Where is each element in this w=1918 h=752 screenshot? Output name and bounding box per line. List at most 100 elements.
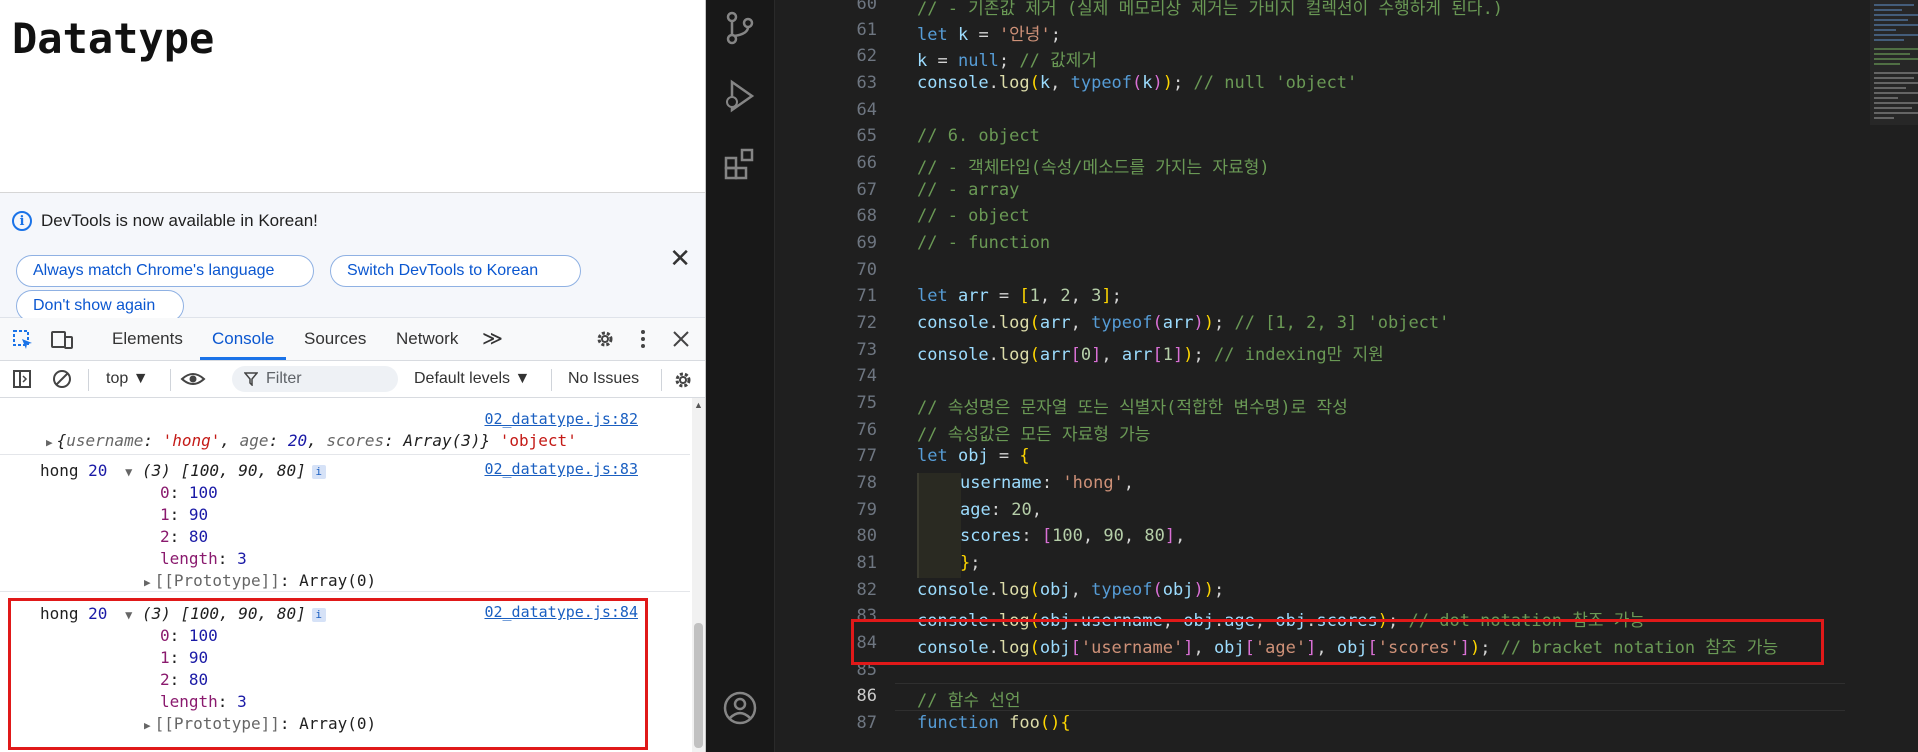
info-badge-icon[interactable]: i <box>311 607 326 622</box>
line-number: 70 <box>856 260 877 280</box>
line-number: 72 <box>856 313 877 333</box>
source-link[interactable]: 02_datatype.js:82 <box>484 410 638 428</box>
code-line: console.log(k, typeof(k)); // null 'obje… <box>917 73 1358 93</box>
sidebar-toggle-icon[interactable] <box>12 369 32 389</box>
language-infobar: i DevTools is now available in Korean! A… <box>0 193 705 322</box>
tab-network[interactable]: Network <box>396 318 458 360</box>
inspect-element-icon[interactable] <box>12 329 34 351</box>
code-line: age: 20, <box>960 500 1042 520</box>
log-summary: hong 20 ▼ (3) [100, 90, 80] i <box>40 461 326 480</box>
account-icon[interactable] <box>722 690 758 726</box>
filter-funnel-icon <box>244 372 258 386</box>
page-viewport: Datatype <box>0 0 705 193</box>
line-number: 75 <box>856 393 877 413</box>
console-output: 02_datatype.js:82 ▶ {username: 'hong', ag… <box>0 398 692 752</box>
indent-guide <box>917 473 961 578</box>
device-toolbar-icon[interactable] <box>50 329 74 351</box>
extensions-icon[interactable] <box>722 146 758 182</box>
source-link[interactable]: 02_datatype.js:83 <box>484 460 638 478</box>
more-tabs-button[interactable]: ≫ <box>482 318 503 360</box>
settings-gear-icon[interactable] <box>594 328 616 350</box>
close-devtools-icon[interactable] <box>672 330 690 348</box>
tab-sources[interactable]: Sources <box>304 318 366 360</box>
line-number: 86 <box>856 686 877 706</box>
code-line: // 6. object <box>917 126 1040 146</box>
info-badge-icon[interactable]: i <box>311 464 326 479</box>
activity-bar <box>706 0 775 752</box>
source-control-icon[interactable] <box>722 10 758 46</box>
line-number: 61 <box>856 20 877 40</box>
tab-elements[interactable]: Elements <box>112 318 183 360</box>
array-item: 0: 100 <box>160 483 218 502</box>
log-levels-dropdown[interactable]: Default levels ▼ <box>414 370 530 388</box>
line-number: 84 <box>856 633 877 653</box>
line-number: 87 <box>856 713 877 733</box>
prototype-row[interactable]: ▶ [[Prototype]]: Array(0) <box>144 714 376 733</box>
toolbar-divider <box>170 369 171 391</box>
code-line: let obj = { <box>917 446 1030 466</box>
line-number: 64 <box>856 100 877 120</box>
expand-arrow-icon[interactable]: ▶ <box>46 436 53 449</box>
switch-to-korean-button[interactable]: Switch DevTools to Korean <box>330 255 581 287</box>
code-line: // - function <box>917 233 1051 253</box>
close-icon[interactable]: ✕ <box>669 245 691 271</box>
code-line: // 속성값은 모든 자료형 가능 <box>917 425 1151 445</box>
console-message: 02_datatype.js:82 ▶ {username: 'hong', ag… <box>0 398 690 455</box>
run-debug-icon[interactable] <box>722 78 758 114</box>
minimap[interactable] <box>1870 0 1918 752</box>
line-number: 71 <box>856 286 877 306</box>
line-number: 68 <box>856 206 877 226</box>
clear-console-icon[interactable] <box>52 369 72 389</box>
line-number: 79 <box>856 500 877 520</box>
scrollbar-thumb[interactable] <box>694 623 703 748</box>
line-number: 69 <box>856 233 877 253</box>
code-line: console.log(obj, typeof(obj)); <box>917 580 1225 600</box>
code-line: // - 기존값 제거 (실제 메모리상 제거는 가비지 컬렉션이 수행하게 된… <box>917 0 1504 19</box>
line-number: 73 <box>856 340 877 360</box>
toolbar-divider <box>88 369 89 391</box>
live-expression-eye-icon[interactable] <box>180 369 206 389</box>
context-selector[interactable]: top ▼ <box>106 370 149 388</box>
collapse-arrow-icon[interactable]: ▼ <box>125 465 132 479</box>
line-number: 80 <box>856 526 877 546</box>
code-line: // 함수 선언 <box>917 691 1021 711</box>
code-line: console.log(obj['username'], obj['age'],… <box>917 638 1779 658</box>
source-link[interactable]: 02_datatype.js:84 <box>484 603 638 621</box>
code-line: username: 'hong', <box>960 473 1135 493</box>
infobar-message-row: i DevTools is now available in Korean! <box>12 211 318 231</box>
page-heading: Datatype <box>12 14 215 63</box>
issues-counter[interactable]: No Issues <box>568 370 639 388</box>
code-line: console.log(obj.username, obj.age, obj.s… <box>917 611 1646 631</box>
line-number: 65 <box>856 126 877 146</box>
code-line: function foo(){ <box>917 713 1071 733</box>
console-scrollbar[interactable]: ▲ <box>692 398 705 752</box>
line-number: 83 <box>856 606 877 626</box>
prototype-row[interactable]: ▶ [[Prototype]]: Array(0) <box>144 571 376 590</box>
line-number: 77 <box>856 446 877 466</box>
array-item: 1: 90 <box>160 648 209 667</box>
info-icon: i <box>12 211 32 231</box>
more-options-icon[interactable] <box>638 328 648 350</box>
line-number: 78 <box>856 473 877 493</box>
match-language-button[interactable]: Always match Chrome's language <box>16 255 314 287</box>
array-item: 0: 100 <box>160 626 218 645</box>
editor-pane[interactable]: 60 61 62 63 64 65 66 67 68 69 70 71 72 73 74 75 76 77 78 79… <box>775 0 1918 752</box>
console-settings-icon[interactable] <box>672 369 694 391</box>
code-line: // 속성명은 문자열 또는 식별자(적합한 변수명)로 작성 <box>917 398 1348 418</box>
line-number: 74 <box>856 366 877 386</box>
collapse-arrow-icon[interactable]: ▼ <box>125 608 132 622</box>
line-number: 85 <box>856 660 877 680</box>
code-line: // - object <box>917 206 1030 226</box>
line-number: 62 <box>856 46 877 66</box>
object-preview[interactable]: ▶ {username: 'hong', age: 20, scores: Arr… <box>46 431 577 450</box>
tab-console[interactable]: Console <box>200 318 287 360</box>
filter-input[interactable]: Filter <box>232 366 398 392</box>
toolbar-divider <box>661 369 662 391</box>
browser-panel: Datatype i DevTools is now available in … <box>0 0 706 752</box>
scroll-up-arrow-icon[interactable]: ▲ <box>694 400 703 410</box>
infobar-message: DevTools is now available in Korean! <box>41 211 318 230</box>
expand-arrow-icon[interactable]: ▶ <box>144 719 151 732</box>
array-length: length: 3 <box>160 549 247 568</box>
expand-arrow-icon[interactable]: ▶ <box>144 576 151 589</box>
array-item: 1: 90 <box>160 505 209 524</box>
